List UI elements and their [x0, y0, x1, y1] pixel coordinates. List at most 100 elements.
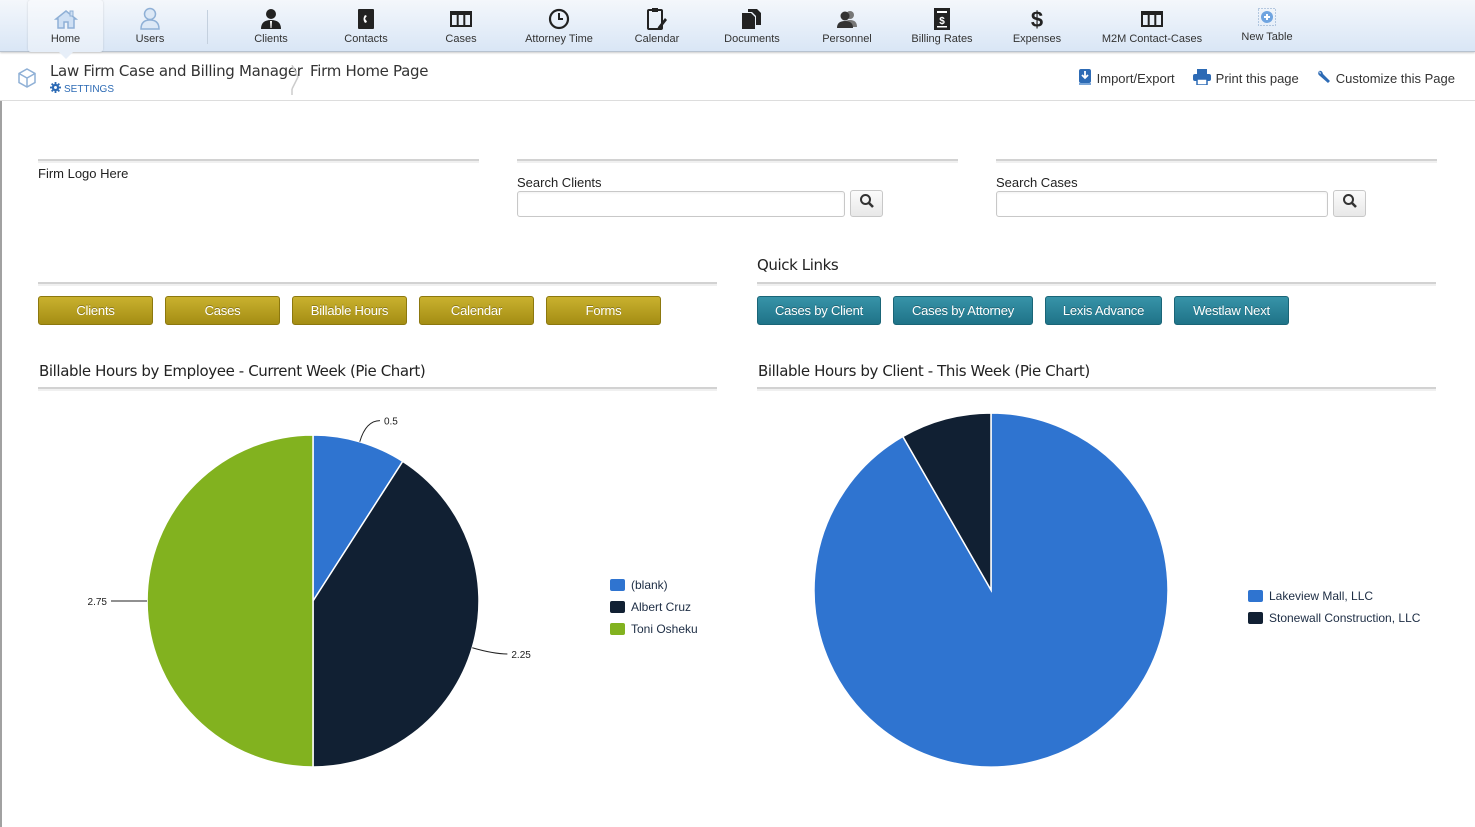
- nav-expenses[interactable]: $ Expenses: [1002, 0, 1072, 52]
- settings-label: SETTINGS: [64, 83, 115, 95]
- client-chart-title: Billable Hours by Client - This Week (Pi…: [758, 362, 1090, 380]
- nav-label: Attorney Time: [525, 33, 593, 45]
- breadcrumb-separator-icon: [290, 64, 300, 100]
- clock-icon: [548, 6, 570, 32]
- search-cases-button[interactable]: [1333, 190, 1366, 217]
- nav-new-table[interactable]: New Table: [1232, 0, 1302, 52]
- print-page-button[interactable]: Print this page: [1192, 68, 1299, 89]
- nav-label: Home: [50, 33, 81, 45]
- legend-swatch: [610, 579, 625, 591]
- contact-book-icon: [357, 6, 375, 32]
- search-cases-label: Search Cases: [996, 175, 1078, 190]
- gear-icon: [50, 82, 61, 96]
- pie-slice-toni-osheku[interactable]: [146, 434, 314, 768]
- legend-item[interactable]: Toni Osheku: [610, 618, 698, 640]
- page-header: Law Firm Case and Billing Manager SETTIN…: [0, 53, 1475, 101]
- data-label: 0.5: [384, 417, 398, 428]
- app-cube-icon: [16, 67, 38, 94]
- westlaw-next-button[interactable]: Westlaw Next: [1174, 296, 1289, 325]
- nav-contacts[interactable]: Contacts: [331, 0, 401, 52]
- people-icon: [835, 6, 859, 32]
- clients-button[interactable]: Clients: [38, 296, 153, 325]
- client-chart-divider: [757, 387, 1436, 391]
- search-clients-button[interactable]: [850, 190, 883, 217]
- quick-links-title: Quick Links: [757, 256, 839, 274]
- nav-attorney-time[interactable]: Attorney Time: [519, 0, 599, 52]
- print-label: Print this page: [1215, 71, 1299, 86]
- import-export-icon: [1078, 68, 1092, 89]
- nav-label: Contacts: [344, 33, 388, 45]
- nav-documents[interactable]: Documents: [717, 0, 787, 52]
- client-icon: [260, 6, 282, 32]
- billable-hours-button[interactable]: Billable Hours: [292, 296, 407, 325]
- home-icon: [53, 6, 78, 32]
- import-export-button[interactable]: Import/Export: [1078, 68, 1175, 89]
- nav-buttons-divider: [38, 282, 717, 286]
- legend-swatch: [610, 623, 625, 635]
- nav-label: New Table: [1241, 31, 1293, 43]
- legend-label: Stonewall Construction, LLC: [1269, 611, 1421, 625]
- lexis-advance-button[interactable]: Lexis Advance: [1045, 296, 1162, 325]
- wrench-icon: [1317, 70, 1331, 87]
- data-label-leader-line: [359, 420, 380, 442]
- cases-by-client-button[interactable]: Cases by Client: [757, 296, 881, 325]
- nav-home[interactable]: Home: [28, 0, 103, 59]
- table-icon: [450, 6, 472, 32]
- user-icon: [139, 6, 161, 32]
- app-title[interactable]: Law Firm Case and Billing Manager: [50, 62, 303, 80]
- nav-cases[interactable]: Cases: [426, 0, 496, 52]
- nav-clients[interactable]: Clients: [236, 0, 306, 52]
- calendar-button[interactable]: Calendar: [419, 296, 534, 325]
- search-icon: [859, 193, 875, 214]
- search-clients-label: Search Clients: [517, 175, 602, 190]
- employee-chart-divider: [38, 387, 717, 391]
- legend-item[interactable]: Lakeview Mall, LLC: [1248, 585, 1420, 607]
- nav-m2m-contact-cases[interactable]: M2M Contact-Cases: [1097, 0, 1207, 52]
- nav-users[interactable]: Users: [115, 0, 185, 52]
- svg-text:$: $: [939, 16, 945, 27]
- search-cases-input[interactable]: [996, 191, 1328, 217]
- legend-label: Lakeview Mall, LLC: [1269, 589, 1374, 603]
- data-label-leader-line: [472, 647, 508, 655]
- data-label: 2.25: [511, 650, 531, 661]
- firm-logo-placeholder: Firm Logo Here: [38, 166, 129, 181]
- nav-label: Billing Rates: [911, 33, 973, 45]
- search-icon: [1342, 193, 1358, 214]
- search-clients-input[interactable]: [517, 191, 845, 217]
- search-clients-divider: [517, 159, 958, 163]
- page-actions: Import/Export Print this page Customize …: [1078, 68, 1455, 89]
- table-icon: [1141, 6, 1163, 32]
- legend-item[interactable]: Stonewall Construction, LLC: [1248, 607, 1420, 629]
- plus-circle-icon: [1258, 4, 1276, 30]
- legend-label: (blank): [631, 578, 668, 592]
- settings-link[interactable]: SETTINGS: [50, 82, 114, 96]
- legend-swatch: [610, 601, 625, 613]
- nav-billing-rates[interactable]: $ Billing Rates: [904, 0, 980, 52]
- documents-icon: [741, 6, 763, 32]
- svg-text:$: $: [1031, 7, 1043, 31]
- nav-label: Calendar: [634, 33, 680, 45]
- nav-label: M2M Contact-Cases: [1101, 33, 1203, 45]
- nav-label: Cases: [445, 33, 477, 45]
- top-navigation-bar: Home Users Clients Contacts Cases Attorn…: [0, 0, 1475, 59]
- customize-page-button[interactable]: Customize this Page: [1317, 68, 1455, 89]
- nav-divider: [207, 10, 208, 44]
- nav-label: Documents: [724, 33, 780, 45]
- cases-button[interactable]: Cases: [165, 296, 280, 325]
- cases-by-attorney-button[interactable]: Cases by Attorney: [893, 296, 1033, 325]
- import-export-label: Import/Export: [1096, 71, 1175, 86]
- nav-calendar[interactable]: Calendar: [622, 0, 692, 52]
- nav-label: Expenses: [1012, 33, 1062, 45]
- legend-swatch: [1248, 612, 1263, 624]
- nav-personnel[interactable]: Personnel: [812, 0, 882, 52]
- nav-label: Personnel: [822, 33, 872, 45]
- printer-icon: [1192, 69, 1211, 88]
- legend-swatch: [1248, 590, 1263, 602]
- logo-panel-divider: [38, 159, 479, 163]
- legend-item[interactable]: (blank): [610, 574, 698, 596]
- dollar-icon: $: [1028, 6, 1046, 32]
- billing-icon: $: [933, 6, 951, 32]
- employee-chart-title: Billable Hours by Employee - Current Wee…: [39, 362, 426, 380]
- legend-item[interactable]: Albert Cruz: [610, 596, 698, 618]
- forms-button[interactable]: Forms: [546, 296, 661, 325]
